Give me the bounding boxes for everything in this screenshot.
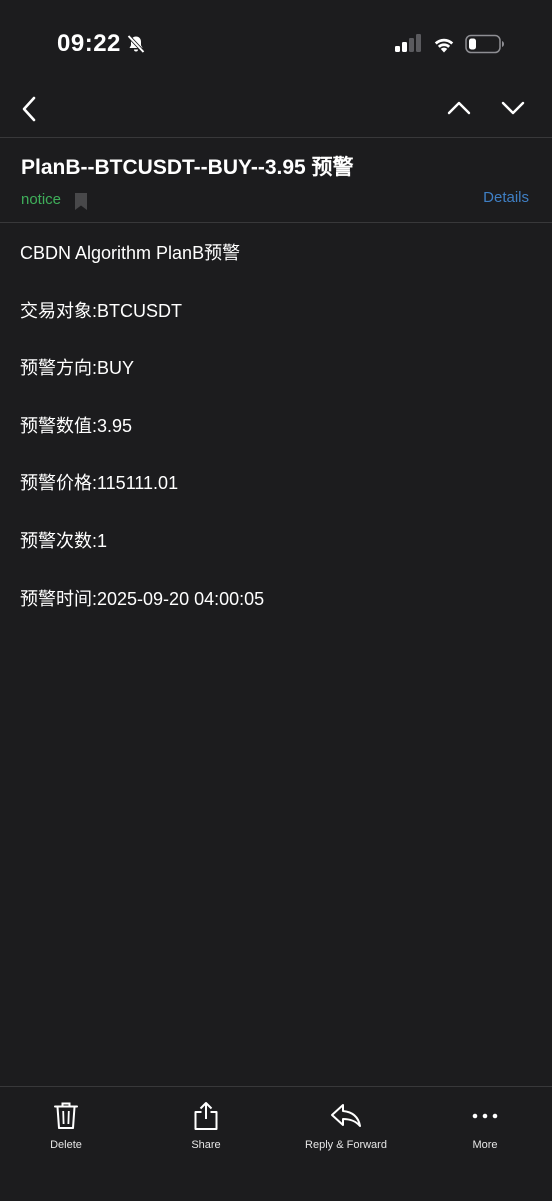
- reply-forward-button[interactable]: Reply & Forward: [286, 1101, 406, 1151]
- body-line: CBDN Algorithm PlanB预警: [20, 240, 532, 266]
- delete-button[interactable]: Delete: [6, 1101, 126, 1151]
- share-button[interactable]: Share: [146, 1101, 266, 1151]
- body-line: 预警次数:1: [20, 528, 532, 554]
- subject-divider: [0, 222, 552, 223]
- chevron-up-icon[interactable]: [444, 96, 474, 120]
- more-button[interactable]: More: [425, 1101, 545, 1151]
- cellular-signal-icon: [395, 33, 421, 55]
- status-time: 09:22: [57, 30, 121, 58]
- body-line: 预警价格:115111.01: [20, 470, 532, 496]
- share-icon: [192, 1101, 220, 1131]
- more-label: More: [425, 1139, 545, 1151]
- chevron-down-icon[interactable]: [498, 96, 528, 120]
- reply-icon: [329, 1101, 363, 1131]
- header-divider: [0, 137, 552, 138]
- nav-bar: [0, 88, 552, 136]
- bottom-toolbar: Delete Share Reply & Forward More: [0, 1086, 552, 1201]
- battery-icon: [465, 34, 505, 54]
- body-line: 预警数值:3.95: [20, 413, 532, 439]
- message-body: CBDN Algorithm PlanB预警 交易对象:BTCUSDT 预警方向…: [20, 240, 532, 643]
- wifi-icon: [432, 34, 456, 54]
- trash-icon: [53, 1101, 79, 1131]
- details-link[interactable]: Details: [483, 189, 529, 206]
- message-tag[interactable]: notice: [21, 191, 61, 208]
- body-line: 预警时间:2025-09-20 04:00:05: [20, 586, 532, 612]
- message-subject: PlanB--BTCUSDT--BUY--3.95 预警: [21, 151, 354, 181]
- chevron-left-icon[interactable]: [16, 94, 44, 124]
- delete-label: Delete: [6, 1139, 126, 1151]
- status-bar: 09:22: [0, 0, 552, 88]
- more-dots-icon: [471, 1101, 499, 1131]
- bookmark-icon[interactable]: [75, 193, 87, 210]
- share-label: Share: [146, 1139, 266, 1151]
- body-line: 预警方向:BUY: [20, 355, 532, 381]
- bell-slash-icon: [126, 34, 146, 54]
- reply-forward-label: Reply & Forward: [286, 1139, 406, 1151]
- body-line: 交易对象:BTCUSDT: [20, 298, 532, 324]
